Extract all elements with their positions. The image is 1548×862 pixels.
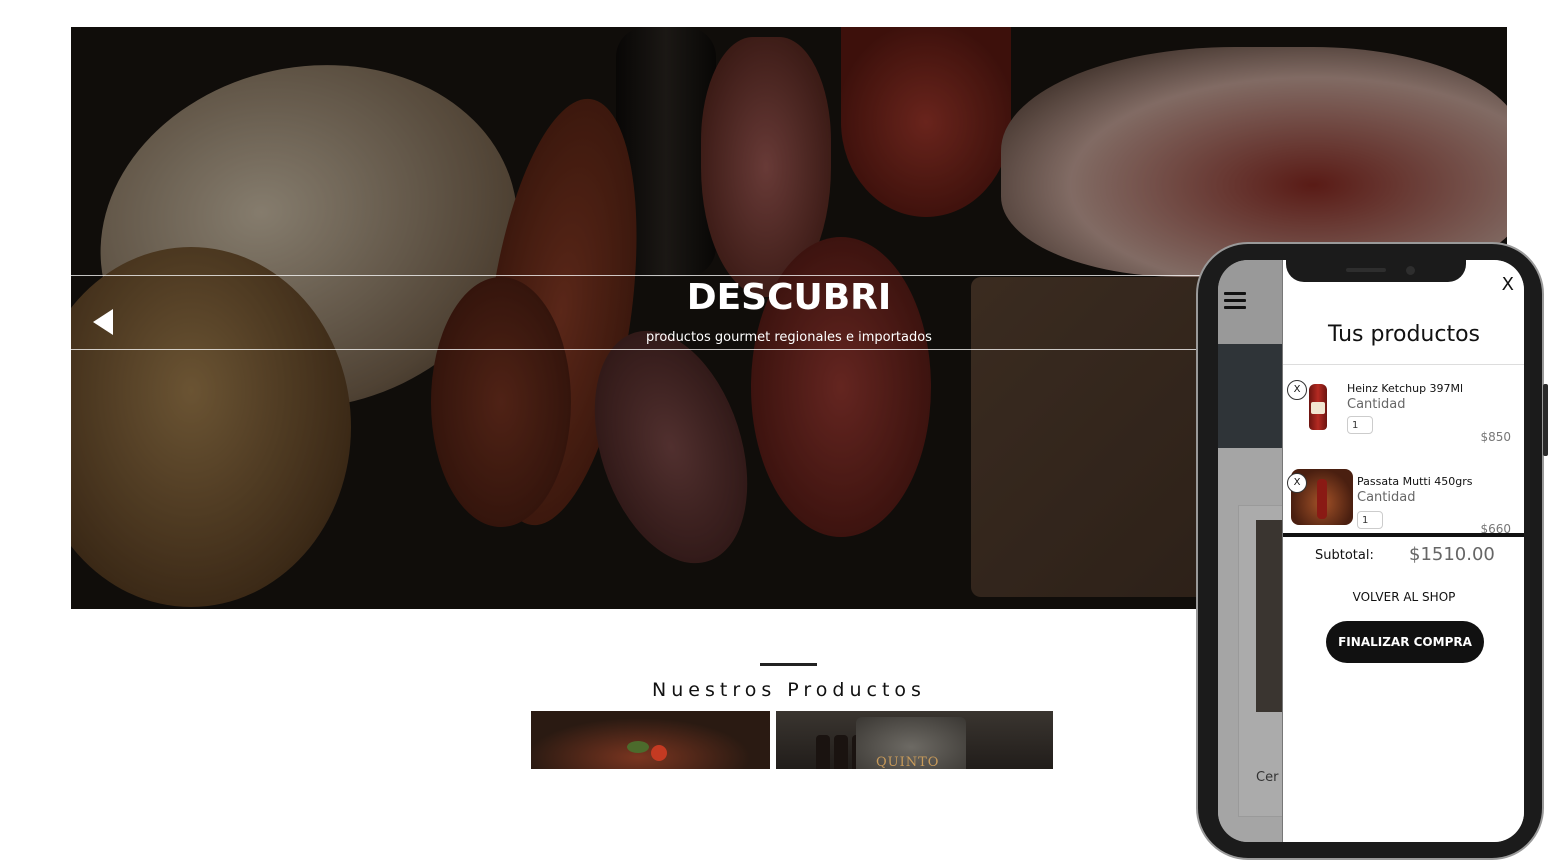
phone-screen: Cer X Tus productos X Heinz Ketchup 397M… [1218, 260, 1524, 842]
cart-item-quantity-input[interactable] [1347, 416, 1373, 434]
cart-item: X Heinz Ketchup 397Ml Cantidad $850 [1283, 372, 1524, 452]
product-bottle-image [816, 735, 830, 769]
phone-mockup: Cer X Tus productos X Heinz Ketchup 397M… [1196, 242, 1548, 860]
remove-item-button[interactable]: X [1287, 380, 1307, 400]
product-bottle-image [834, 735, 848, 769]
speaker-icon [1346, 268, 1386, 272]
product-card-image [651, 745, 667, 761]
cart-item-quantity-input[interactable] [1357, 511, 1383, 529]
cart-drawer: X Tus productos X Heinz Ketchup 397Ml Ca… [1282, 260, 1524, 842]
close-cart-button[interactable]: X [1502, 274, 1514, 295]
product-brand-label: QUINTO [876, 755, 940, 769]
mobile-product-name: Cer [1256, 770, 1279, 785]
phone-side-button [1543, 384, 1548, 456]
cart-item-price: $850 [1480, 430, 1511, 444]
cart-item-name: Passata Mutti 450grs [1357, 475, 1473, 488]
camera-icon [1406, 266, 1415, 275]
section-title-rule [760, 663, 817, 666]
product-card[interactable]: QUINTO [776, 711, 1053, 769]
back-to-shop-link[interactable]: VOLVER AL SHOP [1283, 590, 1524, 604]
subtotal-divider [1283, 533, 1524, 537]
cart-item-name: Heinz Ketchup 397Ml [1347, 382, 1464, 395]
cart-item-quantity-label: Cantidad [1357, 490, 1416, 505]
remove-item-button[interactable]: X [1287, 473, 1307, 493]
divider [1283, 364, 1524, 365]
cart-item-quantity-label: Cantidad [1347, 397, 1406, 412]
subtotal-label: Subtotal: [1315, 548, 1374, 563]
product-card-image [627, 741, 649, 753]
product-card[interactable] [531, 711, 770, 769]
menu-icon[interactable] [1224, 292, 1246, 313]
ketchup-label-image [1311, 402, 1325, 414]
passata-bottle-image [1317, 479, 1327, 519]
phone-notch [1286, 260, 1466, 282]
cart-heading: Tus productos [1327, 322, 1481, 347]
cart-item-thumbnail [1301, 380, 1345, 434]
checkout-button[interactable]: FINALIZAR COMPRA [1326, 621, 1484, 663]
subtotal-value: $1510.00 [1409, 544, 1495, 565]
